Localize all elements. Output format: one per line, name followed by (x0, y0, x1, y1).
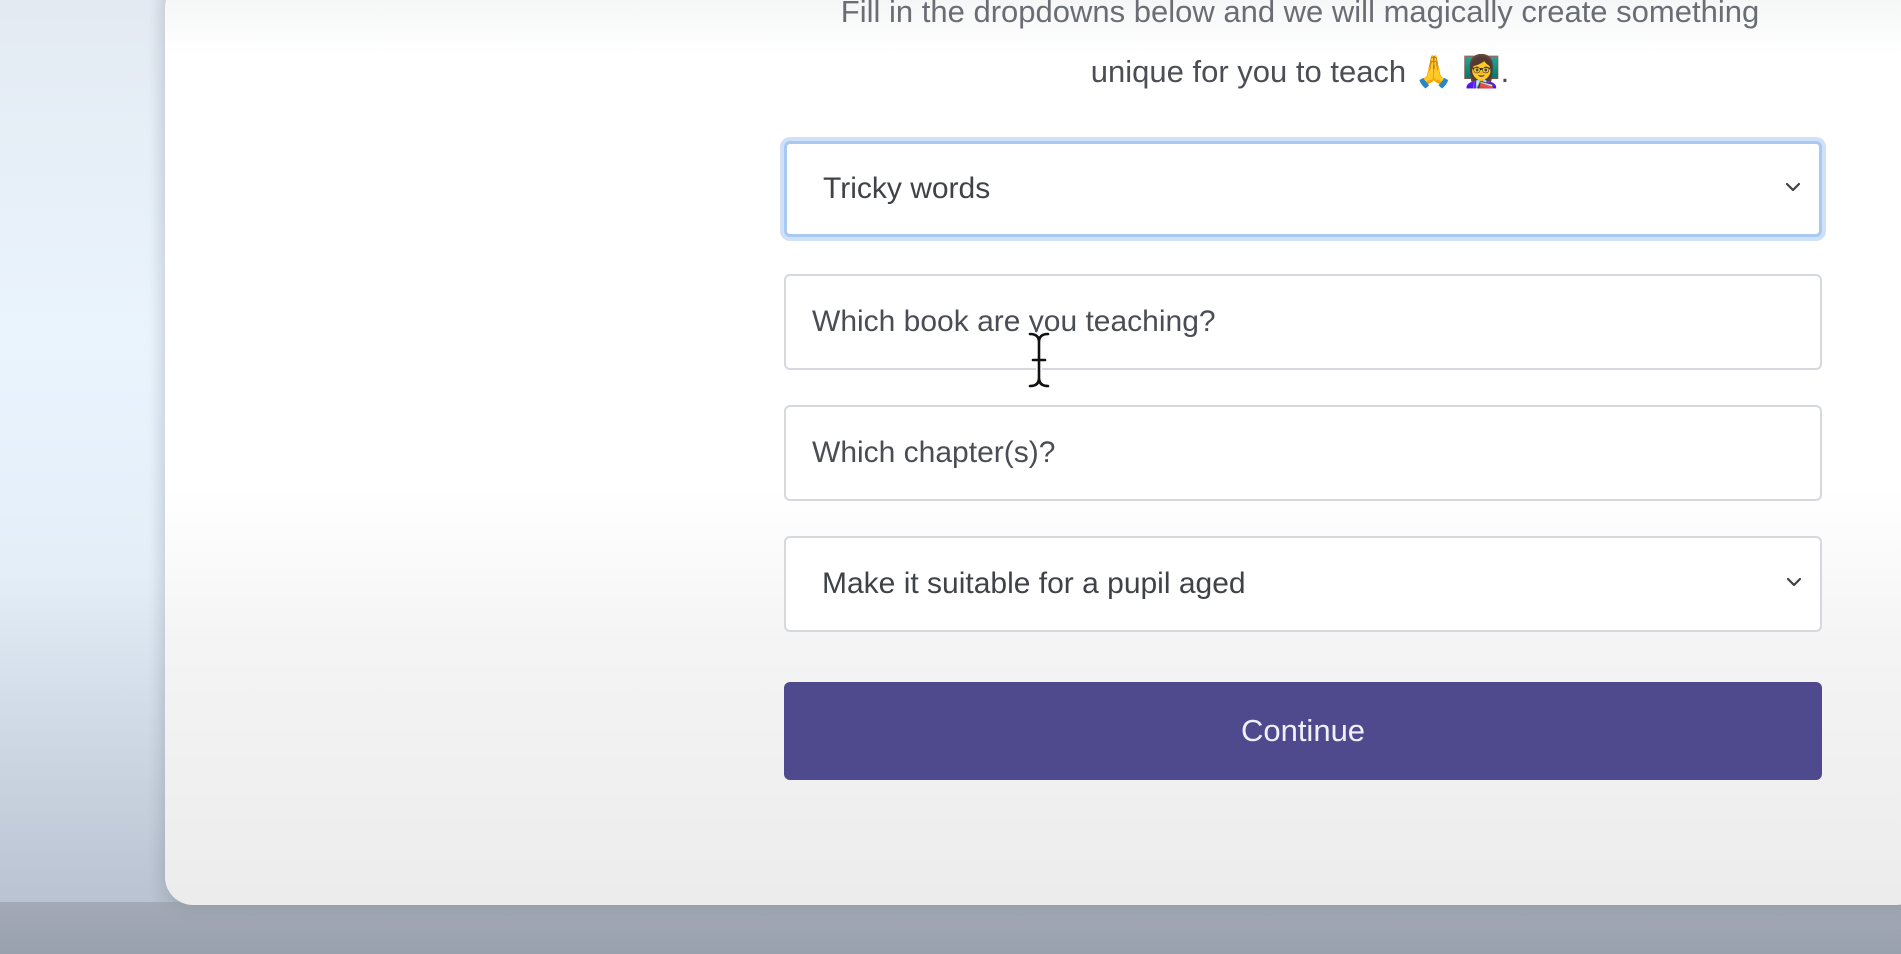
chapter-input-placeholder: Which chapter(s)? (812, 436, 1056, 469)
age-select[interactable]: Make it suitable for a pupil aged (784, 536, 1822, 632)
chevron-down-icon (1786, 574, 1802, 588)
backdrop-left (0, 0, 190, 954)
chapter-input[interactable]: Which chapter(s)? (784, 405, 1822, 501)
backdrop-bottom (0, 902, 1901, 954)
topic-select-value: Tricky words (823, 172, 991, 205)
book-input-placeholder: Which book are you teaching? (812, 305, 1216, 338)
topic-select[interactable]: Tricky words (784, 141, 1822, 237)
continue-button[interactable]: Continue (784, 682, 1822, 780)
age-select-value: Make it suitable for a pupil aged (822, 567, 1246, 600)
book-input[interactable]: Which book are you teaching? (784, 274, 1822, 370)
chevron-down-icon (1785, 179, 1801, 193)
intro-line-1: Fill in the dropdowns below and we will … (840, 0, 1760, 29)
intro-line-2: unique for you to teach 🙏 👩‍🏫. (1090, 54, 1510, 89)
text-cursor-icon (1024, 330, 1054, 390)
intro-text: Fill in the dropdowns below and we will … (780, 0, 1820, 102)
